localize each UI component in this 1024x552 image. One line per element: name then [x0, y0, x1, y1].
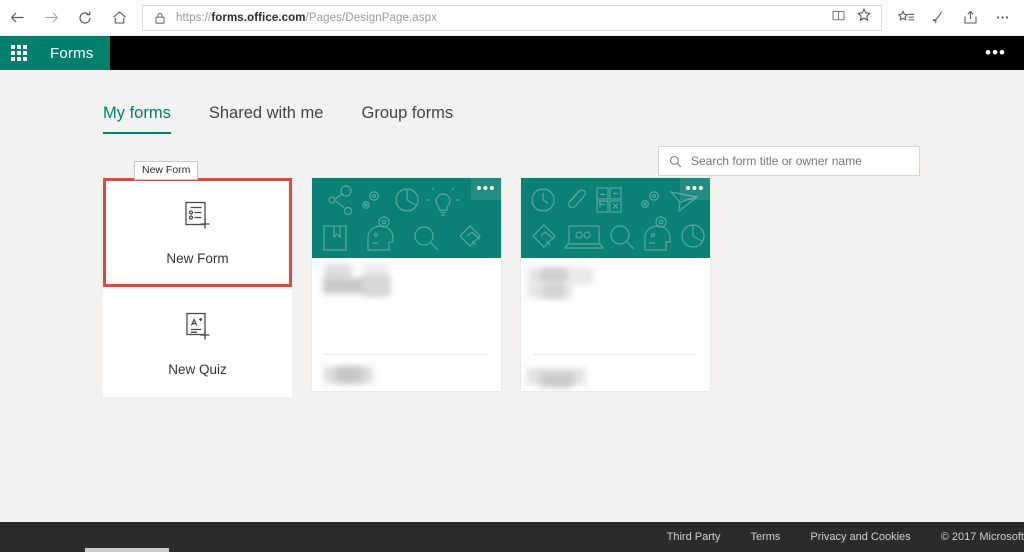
new-quiz-label: New Quiz	[168, 361, 227, 377]
footer-copyright: © 2017 Microsoft	[940, 531, 1024, 543]
card-body	[521, 258, 710, 391]
new-form-icon	[181, 199, 215, 238]
tab-shared-with-me[interactable]: Shared with me	[209, 104, 324, 134]
tab-group-forms[interactable]: Group forms	[361, 104, 453, 134]
forward-arrow-icon	[43, 9, 60, 26]
reading-list-icon	[897, 9, 915, 26]
card-body	[312, 258, 501, 391]
ellipsis-icon	[994, 9, 1011, 26]
back-button[interactable]	[0, 1, 34, 35]
home-button[interactable]	[102, 1, 136, 35]
new-form-label: New Form	[166, 251, 229, 266]
new-items-column: New Form New Form New Quiz	[103, 161, 292, 397]
card-meta-redacted	[336, 367, 362, 383]
pen-icon	[930, 9, 947, 26]
footer: Third Party Terms Privacy and Cookies © …	[0, 522, 1024, 552]
reading-view-button[interactable]	[825, 5, 851, 31]
star-icon	[856, 7, 872, 28]
card-meta-redacted	[541, 373, 573, 387]
card-banner: •••	[521, 178, 710, 258]
app-header: Forms •••	[0, 36, 1024, 70]
search-input[interactable]: Search form title or owner name	[658, 146, 920, 176]
card-menu-button[interactable]: •••	[471, 178, 501, 200]
tab-list: My forms Shared with me Group forms	[103, 104, 491, 134]
app-launcher-button[interactable]	[0, 36, 38, 70]
url-scheme: https://	[176, 11, 212, 24]
search-placeholder: Search form title or owner name	[691, 154, 862, 168]
browser-toolbar-right	[890, 1, 1024, 35]
refresh-icon	[77, 10, 93, 26]
card-menu-button[interactable]: •••	[680, 178, 710, 200]
brand-forms[interactable]: Forms	[38, 36, 110, 70]
home-icon	[111, 9, 128, 26]
refresh-button[interactable]	[68, 1, 102, 35]
card-divider	[533, 354, 698, 355]
search-icon	[669, 155, 682, 168]
card-banner: •••	[312, 178, 501, 258]
form-card[interactable]: •••	[521, 178, 710, 391]
horizontal-scrollbar-thumb[interactable]	[85, 548, 169, 552]
tabs-row: My forms Shared with me Group forms Sear…	[0, 104, 1024, 176]
tab-my-forms[interactable]: My forms	[103, 104, 171, 134]
web-note-button[interactable]	[922, 1, 954, 35]
share-button[interactable]	[954, 1, 986, 35]
waffle-icon	[11, 45, 27, 61]
card-title-redacted	[362, 276, 390, 296]
browser-chrome: https://forms.office.com/Pages/DesignPag…	[0, 0, 1024, 36]
new-form-tooltip: New Form	[134, 161, 199, 180]
reading-view-icon	[831, 8, 846, 28]
footer-link-terms[interactable]: Terms	[750, 531, 780, 543]
forward-button[interactable]	[34, 1, 68, 35]
address-bar[interactable]: https://forms.office.com/Pages/DesignPag…	[142, 4, 882, 31]
new-form-card[interactable]: New Form	[103, 178, 292, 287]
new-quiz-icon	[181, 310, 215, 349]
back-arrow-icon	[9, 9, 26, 26]
share-icon	[962, 9, 979, 26]
browser-more-button[interactable]	[986, 1, 1018, 35]
lock-icon	[153, 11, 167, 25]
card-title-redacted	[543, 283, 565, 298]
new-quiz-card[interactable]: New Quiz	[103, 289, 292, 397]
url-text: https://forms.office.com/Pages/DesignPag…	[176, 12, 825, 24]
form-card[interactable]: •••	[312, 178, 501, 391]
card-title-redacted	[541, 268, 566, 284]
page-content: My forms Shared with me Group forms Sear…	[0, 70, 1024, 522]
url-domain: forms.office.com	[211, 11, 306, 24]
reading-list-button[interactable]	[890, 1, 922, 35]
card-divider	[324, 354, 489, 355]
footer-link-privacy[interactable]: Privacy and Cookies	[810, 531, 910, 543]
url-path: /Pages/DesignPage.aspx	[305, 11, 437, 24]
header-more-button[interactable]: •••	[985, 44, 1024, 61]
favorite-button[interactable]	[851, 5, 877, 31]
card-title-redacted	[571, 268, 593, 284]
footer-link-third-party[interactable]: Third Party	[667, 531, 721, 543]
